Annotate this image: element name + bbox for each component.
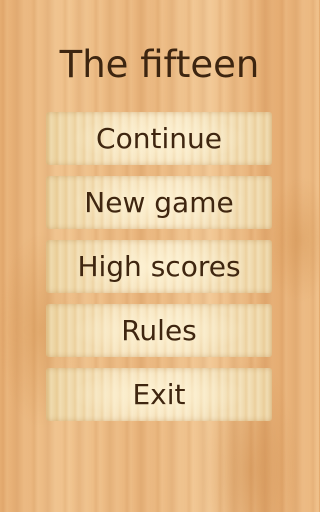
continue-button[interactable]: Continue (46, 112, 272, 165)
rules-button[interactable]: Rules (46, 304, 272, 357)
exit-button[interactable]: Exit (46, 368, 272, 421)
new-game-button[interactable]: New game (46, 176, 272, 229)
main-menu-screen: { "title": "The fifteen", "menu": { "ite… (0, 0, 319, 512)
game-title: The fifteen (59, 43, 260, 86)
main-menu: Continue New game High scores Rules Exit (46, 112, 272, 421)
high-scores-button[interactable]: High scores (46, 240, 272, 293)
